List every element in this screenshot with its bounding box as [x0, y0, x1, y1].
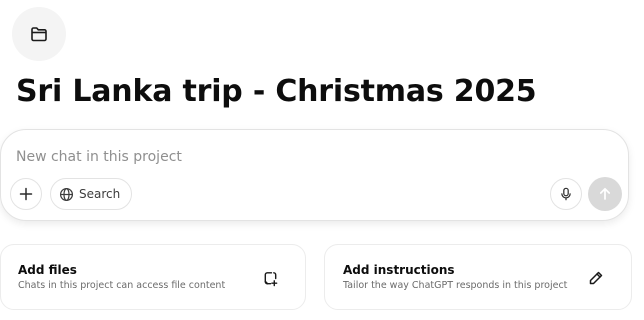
- add-files-card[interactable]: Add files Chats in this project can acce…: [0, 244, 306, 310]
- voice-input-button[interactable]: [550, 178, 582, 210]
- send-button[interactable]: [588, 177, 622, 211]
- pencil-icon: [587, 269, 605, 287]
- search-toggle-button[interactable]: Search: [50, 178, 133, 210]
- add-file-icon: [261, 269, 279, 287]
- search-label: Search: [79, 187, 121, 201]
- project-folder-icon-badge[interactable]: [12, 7, 66, 61]
- add-attachment-button[interactable]: [10, 178, 42, 210]
- folder-icon: [31, 27, 47, 42]
- add-files-description: Chats in this project can access file co…: [18, 280, 226, 291]
- add-instructions-title: Add instructions: [343, 263, 455, 277]
- add-instructions-description: Tailor the way ChatGPT responds in this …: [343, 280, 568, 291]
- plus-icon: [19, 187, 33, 201]
- chat-composer: Search: [0, 129, 629, 221]
- globe-icon: [59, 187, 74, 201]
- arrow-up-icon: [599, 187, 611, 200]
- new-chat-input[interactable]: [16, 146, 536, 168]
- add-instructions-card[interactable]: Add instructions Tailor the way ChatGPT …: [324, 244, 632, 310]
- add-files-title: Add files: [18, 263, 77, 277]
- microphone-icon: [561, 187, 571, 201]
- page-title: Sri Lanka trip - Christmas 2025: [16, 74, 537, 109]
